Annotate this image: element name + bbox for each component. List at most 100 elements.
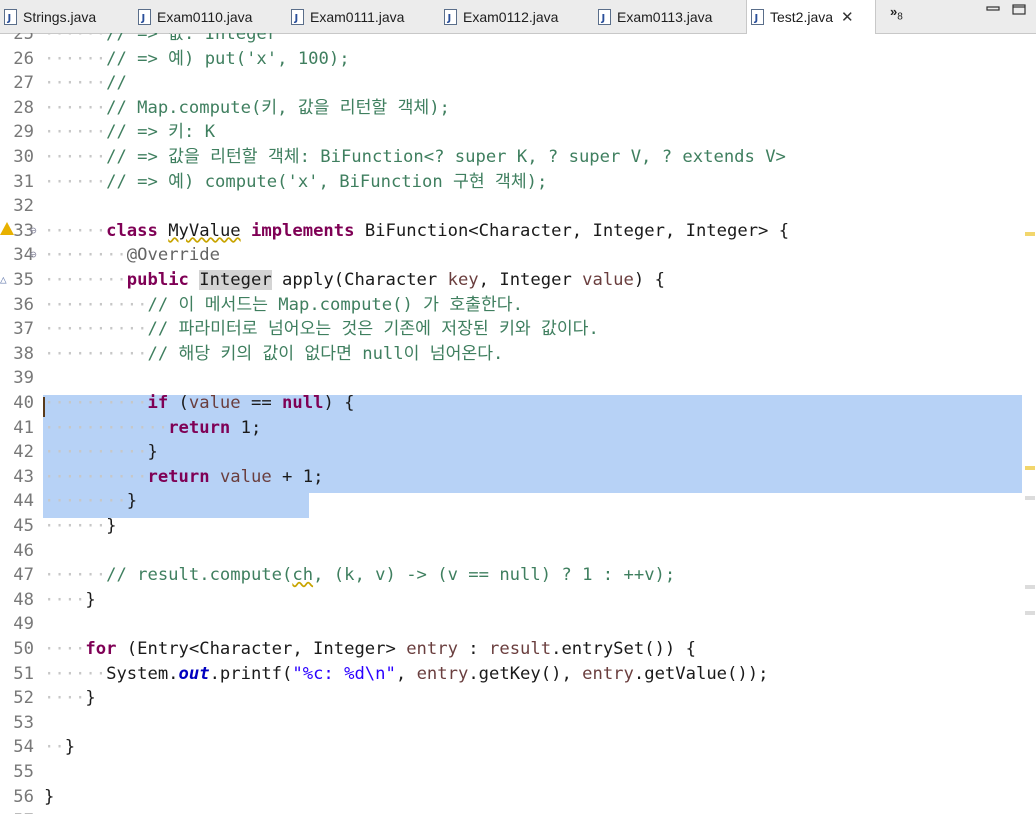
- code-token: .getValue());: [633, 663, 769, 684]
- overview-marker[interactable]: [1025, 496, 1035, 500]
- code-line[interactable]: 36 ··········// 이 메서드는 Map.compute() 가 호출…: [0, 293, 1020, 318]
- code-line[interactable]: 25 ······// => 값: Integer: [0, 33, 1020, 47]
- code-line[interactable]: 37 ··········// 파라미터로 넘어오는 것은 기존에 저장된 키와 …: [0, 317, 1020, 342]
- code-line[interactable]: 29 ······// => 키: K: [0, 120, 1020, 145]
- line-number: 50: [13, 639, 34, 659]
- fold-toggle-icon[interactable]: ⊖: [30, 243, 37, 268]
- code-token: .printf(: [209, 663, 293, 684]
- line-number: 32: [13, 196, 34, 217]
- code-text: ··········}: [44, 440, 158, 465]
- whitespace-markers: ····: [44, 589, 86, 610]
- code-token: // 해당 키의 값이 없다면 null이 넘어온다.: [147, 343, 504, 364]
- code-token: , Integer: [478, 270, 583, 290]
- override-marker-icon[interactable]: △: [0, 268, 7, 293]
- code-text: ····}: [44, 686, 96, 711]
- line-number: 31: [13, 171, 34, 192]
- code-line[interactable]: 52 ····}: [0, 686, 1020, 711]
- code-text: ······//: [44, 71, 127, 96]
- code-line[interactable]: 53: [0, 711, 1020, 736]
- whitespace-markers: ··········: [44, 343, 148, 364]
- tab-label: Exam0112.java: [463, 8, 559, 25]
- code-line[interactable]: 51 ······System.out.printf("%c: %d\n", en…: [0, 662, 1020, 687]
- code-token: (Entry<Character, Integer>: [116, 639, 407, 659]
- whitespace-markers: ····: [44, 688, 86, 709]
- code-token: }: [44, 786, 55, 807]
- code-token: @Override: [126, 245, 220, 266]
- code-line[interactable]: 41 ············return 1;: [0, 416, 1020, 441]
- code-token: value: [219, 466, 272, 487]
- code-token: }: [106, 516, 117, 536]
- code-line[interactable]: 44 ········}: [0, 489, 1020, 514]
- code-line[interactable]: 46: [0, 539, 1020, 564]
- line-number: 47: [13, 565, 34, 586]
- code-editor[interactable]: 25 ······// => 값: Integer 26 ······// => 예)…: [0, 33, 1036, 814]
- code-line[interactable]: 31 ······// => 예) compute('x', BiFunction…: [0, 170, 1020, 195]
- tab-strings[interactable]: J Strings.java: [0, 0, 118, 33]
- line-number: 52: [13, 688, 34, 709]
- code-line[interactable]: 39: [0, 366, 1020, 391]
- whitespace-markers: ········: [44, 245, 127, 266]
- code-line[interactable]: 49: [0, 612, 1020, 637]
- whitespace-markers: ······: [44, 663, 107, 684]
- code-line[interactable]: 55: [0, 760, 1020, 785]
- code-token: entry: [406, 639, 458, 659]
- code-line[interactable]: 33 ⊖ ······class MyValue implements BiFunc…: [0, 219, 1020, 244]
- tab-label: Test2.java: [770, 9, 834, 25]
- tab-exam0110[interactable]: J Exam0110.java: [134, 0, 278, 33]
- line-number: 27: [13, 73, 34, 94]
- line-number: 44: [13, 491, 34, 512]
- code-line[interactable]: 42 ··········}: [0, 440, 1020, 465]
- code-token: // Map.compute(키, 값을 리턴할 객체);: [106, 97, 450, 118]
- code-token: // => 예) compute('x', BiFunction 구현 객체);: [106, 171, 548, 192]
- whitespace-markers: ······: [44, 565, 107, 586]
- code-line[interactable]: 38 ··········// 해당 키의 값이 없다면 null이 넘어온다.: [0, 342, 1020, 367]
- overview-marker[interactable]: [1025, 611, 1035, 615]
- code-token: BiFunction<Character, Integer, Integer> …: [354, 220, 790, 241]
- code-line[interactable]: 57: [0, 809, 1020, 814]
- code-token: }: [126, 491, 138, 512]
- code-text: ······// result.compute(ch, (k, v) -> (v…: [44, 563, 675, 588]
- code-line[interactable]: 56}: [0, 785, 1020, 810]
- svg-text:J: J: [754, 13, 759, 24]
- tab-exam0112[interactable]: J Exam0112.java: [440, 0, 584, 33]
- code-line[interactable]: 48 ····}: [0, 588, 1020, 613]
- close-icon[interactable]: ✕: [841, 8, 854, 26]
- code-line[interactable]: 28 ······// Map.compute(키, 값을 리턴할 객체);: [0, 96, 1020, 121]
- code-token: "%c: %d\n": [292, 663, 396, 684]
- code-line[interactable]: 26 ······// => 예) put('x', 100);: [0, 47, 1020, 72]
- code-token: return: [168, 417, 231, 438]
- tab-test2[interactable]: J Test2.java ✕: [746, 0, 876, 34]
- code-line[interactable]: 27 ······//: [0, 71, 1020, 96]
- code-line[interactable]: 50 ····for (Entry<Character, Integer> ent…: [0, 637, 1020, 662]
- tab-label: Exam0110.java: [157, 8, 253, 25]
- minimize-icon[interactable]: [986, 4, 1000, 16]
- line-number: 53: [13, 712, 34, 733]
- tab-exam0111[interactable]: J Exam0111.java: [287, 0, 431, 33]
- overview-marker[interactable]: [1025, 585, 1035, 589]
- code-text: ····}: [44, 588, 96, 613]
- code-line[interactable]: 54 ··}: [0, 735, 1020, 760]
- code-text: ····for (Entry<Character, Integer> entry…: [44, 637, 696, 662]
- whitespace-markers: ··········: [44, 393, 148, 413]
- overview-warning-marker[interactable]: [1025, 232, 1035, 236]
- code-text: ··········// 이 메서드는 Map.compute() 가 호출한다…: [44, 293, 523, 318]
- fold-toggle-icon[interactable]: ⊖: [30, 219, 37, 244]
- code-line[interactable]: 43 ··········return value + 1;: [0, 465, 1020, 490]
- overview-occurrence-marker[interactable]: [1025, 466, 1035, 470]
- code-line[interactable]: 45 ······}: [0, 514, 1020, 539]
- code-line[interactable]: 34 ⊖ ········@Override: [0, 243, 1020, 268]
- whitespace-markers: ······: [44, 48, 107, 69]
- code-line[interactable]: 30 ······// => 값을 리턴할 객체: BiFunction<? su…: [0, 145, 1020, 170]
- line-number: 49: [13, 614, 34, 635]
- code-line[interactable]: 40 ··········if (value == null) {: [0, 391, 1020, 416]
- svg-text:J: J: [601, 13, 606, 24]
- code-line[interactable]: △ 35 ········public Integer apply(Characte…: [0, 268, 1020, 293]
- whitespace-markers: ··········: [44, 466, 148, 487]
- whitespace-markers: ······: [44, 97, 107, 118]
- code-line[interactable]: 32: [0, 194, 1020, 219]
- maximize-icon[interactable]: [1012, 4, 1026, 16]
- code-line[interactable]: 47 ······// result.compute(ch, (k, v) -> …: [0, 563, 1020, 588]
- tab-overflow-button[interactable]: »8: [890, 4, 903, 23]
- line-number: 36: [13, 294, 34, 315]
- tab-exam0113[interactable]: J Exam0113.java: [594, 0, 738, 33]
